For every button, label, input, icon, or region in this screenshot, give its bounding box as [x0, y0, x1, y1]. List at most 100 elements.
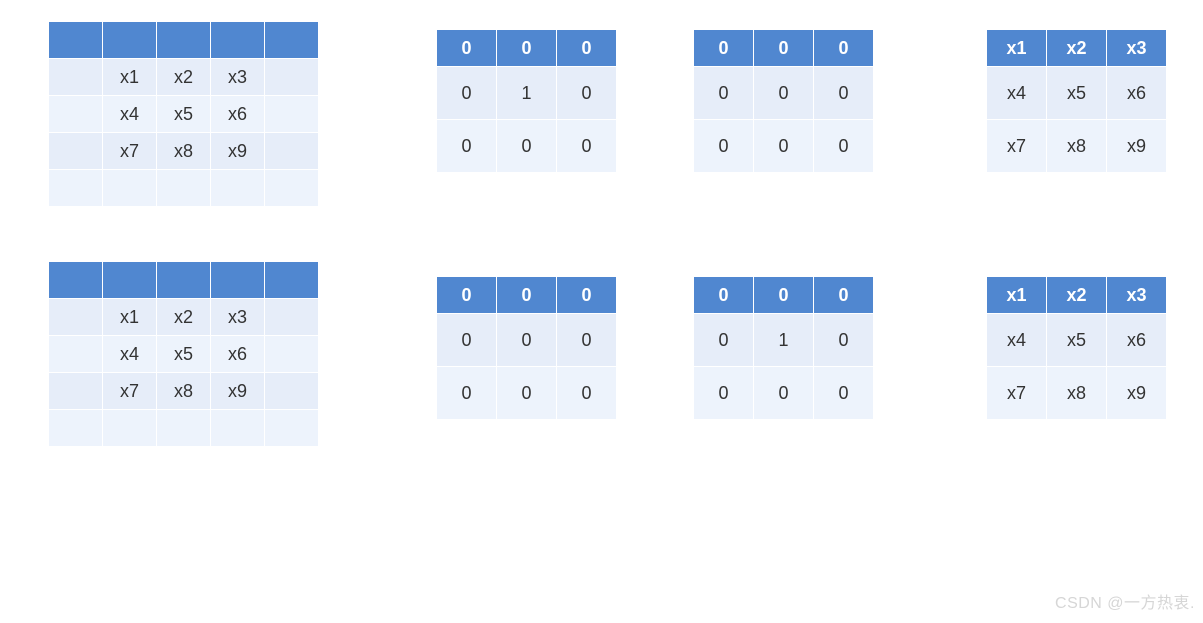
kernel-matrix-1a: 000 010 000 — [436, 29, 617, 173]
cell: 0 — [754, 120, 813, 172]
table-header — [157, 262, 210, 298]
cell — [265, 410, 318, 446]
cell — [49, 96, 102, 132]
table-header: 0 — [814, 277, 873, 313]
table-header: x1 — [987, 277, 1046, 313]
table-header — [265, 22, 318, 58]
cell: x5 — [157, 336, 210, 372]
table-header: 0 — [557, 30, 616, 66]
cell: 0 — [557, 367, 616, 419]
cell: x7 — [987, 120, 1046, 172]
cell: x4 — [987, 67, 1046, 119]
table-header — [49, 22, 102, 58]
cell: x2 — [157, 59, 210, 95]
cell: x8 — [157, 373, 210, 409]
cell — [103, 170, 156, 206]
table-header: 0 — [814, 30, 873, 66]
table-header: 0 — [557, 277, 616, 313]
cell: 0 — [557, 120, 616, 172]
cell: 0 — [437, 367, 496, 419]
cell — [157, 410, 210, 446]
table-header: x1 — [987, 30, 1046, 66]
table-header: x3 — [1107, 30, 1166, 66]
cell: x3 — [211, 59, 264, 95]
cell: x3 — [211, 299, 264, 335]
cell: 0 — [694, 120, 753, 172]
cell — [265, 373, 318, 409]
table-header: 0 — [497, 277, 556, 313]
cell: 0 — [814, 314, 873, 366]
cell — [265, 170, 318, 206]
cell: 0 — [694, 67, 753, 119]
cell: 0 — [557, 67, 616, 119]
cell: x8 — [1047, 120, 1106, 172]
output-matrix-2: x1x2x3 x4x5x6 x7x8x9 — [986, 276, 1167, 420]
cell — [103, 410, 156, 446]
table-header: 0 — [694, 277, 753, 313]
table-header: 0 — [437, 277, 496, 313]
kernel-matrix-2b: 000 010 000 — [693, 276, 874, 420]
cell — [211, 170, 264, 206]
cell: x9 — [211, 373, 264, 409]
table-header — [49, 262, 102, 298]
cell: x6 — [1107, 67, 1166, 119]
cell: x9 — [1107, 120, 1166, 172]
table-header — [265, 262, 318, 298]
watermark-text: CSDN @一方热衷. — [1055, 589, 1195, 613]
cell: 0 — [437, 120, 496, 172]
cell — [265, 299, 318, 335]
table-header: 0 — [497, 30, 556, 66]
cell: 0 — [497, 367, 556, 419]
cell — [49, 59, 102, 95]
cell — [265, 336, 318, 372]
table-header — [103, 262, 156, 298]
cell: x5 — [157, 96, 210, 132]
cell: x6 — [211, 336, 264, 372]
table-header: 0 — [694, 30, 753, 66]
cell: x7 — [103, 373, 156, 409]
cell: 0 — [754, 67, 813, 119]
cell: x4 — [987, 314, 1046, 366]
output-matrix-1: x1x2x3 x4x5x6 x7x8x9 — [986, 29, 1167, 173]
cell: x6 — [1107, 314, 1166, 366]
cell: 0 — [557, 314, 616, 366]
cell: 1 — [497, 67, 556, 119]
kernel-matrix-1b: 000 000 000 — [693, 29, 874, 173]
cell — [157, 170, 210, 206]
cell: x4 — [103, 96, 156, 132]
cell: 0 — [437, 67, 496, 119]
table-header: x3 — [1107, 277, 1166, 313]
cell: 0 — [814, 67, 873, 119]
cell — [49, 410, 102, 446]
cell: x7 — [103, 133, 156, 169]
cell: 0 — [754, 367, 813, 419]
cell: x9 — [211, 133, 264, 169]
table-header — [211, 22, 264, 58]
cell — [49, 170, 102, 206]
cell: x6 — [211, 96, 264, 132]
table-header: x2 — [1047, 30, 1106, 66]
cell: x1 — [103, 299, 156, 335]
table-header — [103, 22, 156, 58]
table-header — [211, 262, 264, 298]
cell: x5 — [1047, 314, 1106, 366]
cell: x8 — [157, 133, 210, 169]
cell: 0 — [814, 367, 873, 419]
cell: x1 — [103, 59, 156, 95]
cell: x9 — [1107, 367, 1166, 419]
cell — [265, 96, 318, 132]
cell: 0 — [694, 367, 753, 419]
input-matrix-2: x1x2x3 x4x5x6 x7x8x9 — [48, 261, 319, 447]
cell — [265, 59, 318, 95]
cell: 0 — [814, 120, 873, 172]
cell — [49, 133, 102, 169]
cell: x5 — [1047, 67, 1106, 119]
table-header — [157, 22, 210, 58]
cell: x7 — [987, 367, 1046, 419]
cell — [265, 133, 318, 169]
cell — [49, 373, 102, 409]
input-matrix-1: x1x2x3 x4x5x6 x7x8x9 — [48, 21, 319, 207]
cell: x8 — [1047, 367, 1106, 419]
cell — [49, 336, 102, 372]
cell: 0 — [437, 314, 496, 366]
